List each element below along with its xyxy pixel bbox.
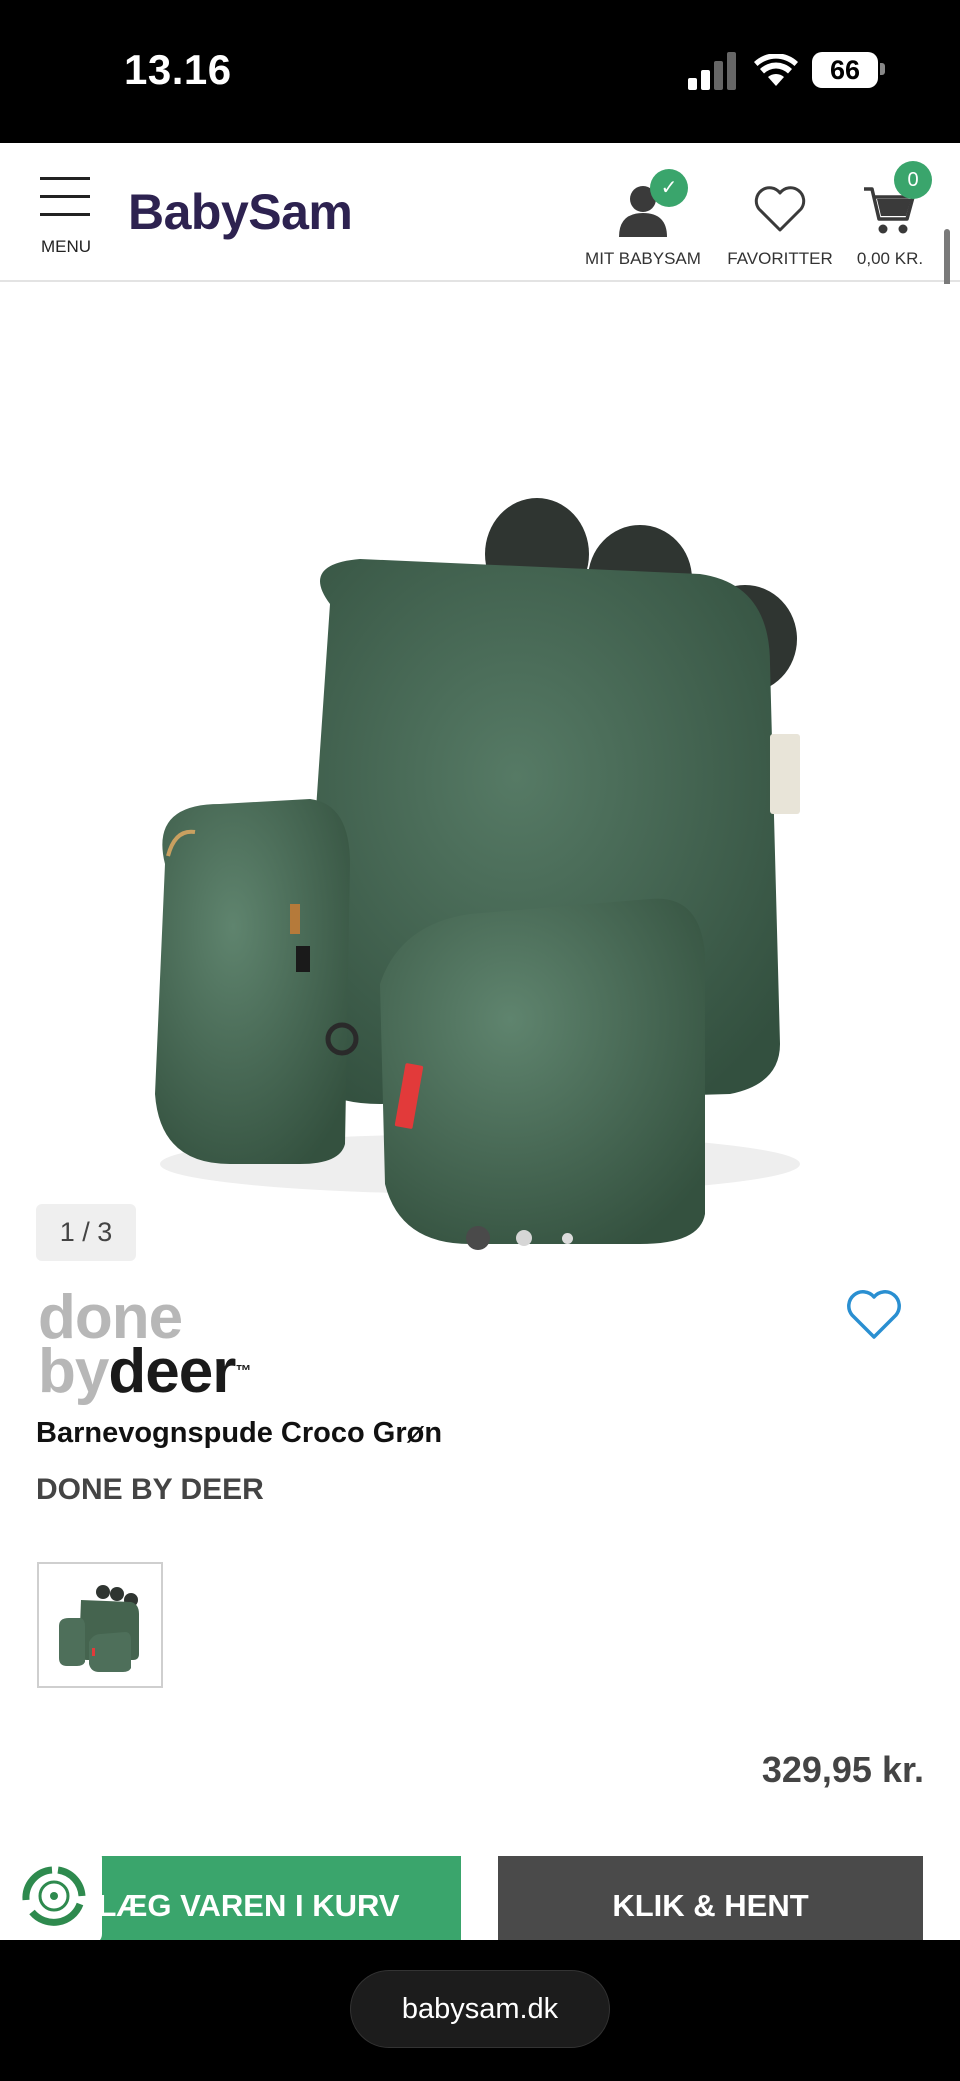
address-bar[interactable]: babysam.dk: [350, 1970, 610, 2048]
carousel-dots[interactable]: [466, 1226, 586, 1252]
product-brand[interactable]: DONE BY DEER: [36, 1473, 264, 1507]
brand-logo-by: by: [38, 1337, 109, 1406]
wishlist-heart-icon[interactable]: [846, 1289, 902, 1341]
menu-button[interactable]: MENU: [36, 177, 96, 267]
menu-label: MENU: [40, 237, 92, 256]
product-title: Barnevognspude Croco Grøn: [36, 1417, 443, 1449]
product-image[interactable]: [0, 284, 960, 1334]
wifi-icon: [754, 54, 798, 86]
eco-badge[interactable]: [6, 1848, 102, 1940]
cart-button[interactable]: 0 0,00 KR.: [850, 161, 932, 274]
brand-logo-line2: bydeer™: [38, 1341, 251, 1403]
product-price: 329,95 kr.: [761, 1749, 924, 1790]
cellular-signal-icon: [688, 50, 740, 90]
status-bar: 13.16 66: [0, 0, 960, 143]
favorites-label: FAVORITTER: [727, 249, 833, 268]
click-and-collect-button[interactable]: KLIK & HENT: [498, 1856, 923, 1940]
image-counter: 1 / 3: [36, 1204, 136, 1261]
favorites-button[interactable]: FAVORITTER: [722, 169, 838, 274]
cart-count-badge: 0: [894, 161, 932, 199]
recycle-icon: [22, 1866, 86, 1926]
site-logo[interactable]: BabySam: [128, 183, 353, 241]
cart-total: 0,00 KR.: [856, 249, 924, 268]
thumbnail-image: [59, 1585, 139, 1672]
croco-cushion-image: [155, 498, 800, 1244]
brand-logo-tm: ™: [235, 1363, 251, 1380]
hamburger-icon: [40, 177, 90, 217]
status-icons: 66: [688, 50, 888, 92]
carousel-dot[interactable]: [562, 1233, 573, 1244]
product-page: MENU BabySam ✓ MIT BABYSAM FAVORITTER 0 …: [0, 143, 960, 1940]
brand-logo[interactable]: done bydeer™: [38, 1287, 298, 1403]
product-thumbnail[interactable]: [37, 1562, 163, 1688]
carousel-dot-active[interactable]: [466, 1226, 490, 1250]
account-check-badge: ✓: [650, 169, 688, 207]
site-header: MENU BabySam ✓ MIT BABYSAM FAVORITTER 0 …: [0, 143, 960, 282]
battery-indicator: 66: [812, 52, 878, 88]
status-time: 13.16: [124, 46, 232, 93]
browser-toolbar: babysam.dk: [0, 1940, 960, 2081]
battery-cap: [880, 63, 885, 75]
brand-logo-deer: deer: [108, 1337, 236, 1406]
heart-icon: [754, 186, 806, 232]
account-button[interactable]: ✓ MIT BABYSAM: [578, 169, 708, 274]
account-label: MIT BABYSAM: [585, 249, 701, 268]
carousel-dot[interactable]: [516, 1230, 532, 1246]
